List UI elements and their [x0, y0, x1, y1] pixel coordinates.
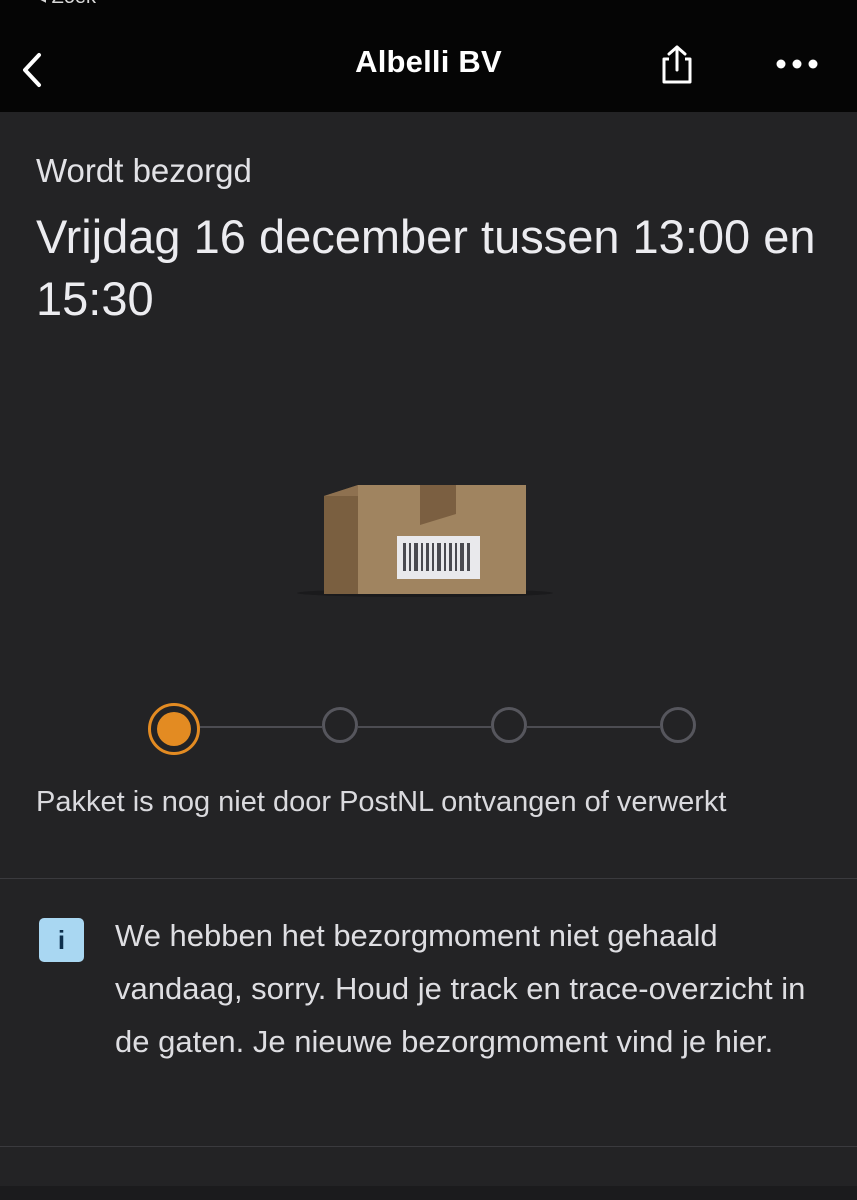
- delivery-progress-tracker: [148, 703, 708, 755]
- progress-step-4: [660, 707, 696, 743]
- next-section: [0, 1186, 857, 1200]
- navigation-bar: ◂ Zoek Albelli BV: [0, 0, 857, 112]
- progress-step-3: [491, 707, 527, 743]
- package-illustration: [290, 470, 560, 610]
- delivery-notice-text[interactable]: We hebben het bezorgmoment niet gehaald …: [115, 909, 815, 1068]
- section-divider: [0, 1146, 857, 1147]
- progress-connector: [200, 726, 322, 728]
- progress-connector: [358, 726, 491, 728]
- more-options-button[interactable]: [770, 44, 824, 84]
- progress-connector: [527, 726, 660, 728]
- info-icon: i: [39, 918, 84, 962]
- progress-step-2: [322, 707, 358, 743]
- share-button[interactable]: [652, 40, 702, 90]
- delivery-status-label: Wordt bezorgd: [36, 152, 252, 189]
- more-horizontal-icon: [776, 59, 818, 69]
- progress-status-text: Pakket is nog niet door PostNL ontvangen…: [36, 786, 727, 818]
- section-divider: [0, 878, 857, 879]
- status-bar-back-link[interactable]: ◂ Zoek: [36, 0, 96, 9]
- progress-step-1-active: [148, 703, 200, 755]
- delivery-time-window: Vrijdag 16 december tussen 13:00 en 15:3…: [36, 210, 816, 325]
- page-title: Albelli BV: [355, 44, 502, 79]
- share-icon: [662, 45, 692, 84]
- package-icon: [297, 485, 553, 597]
